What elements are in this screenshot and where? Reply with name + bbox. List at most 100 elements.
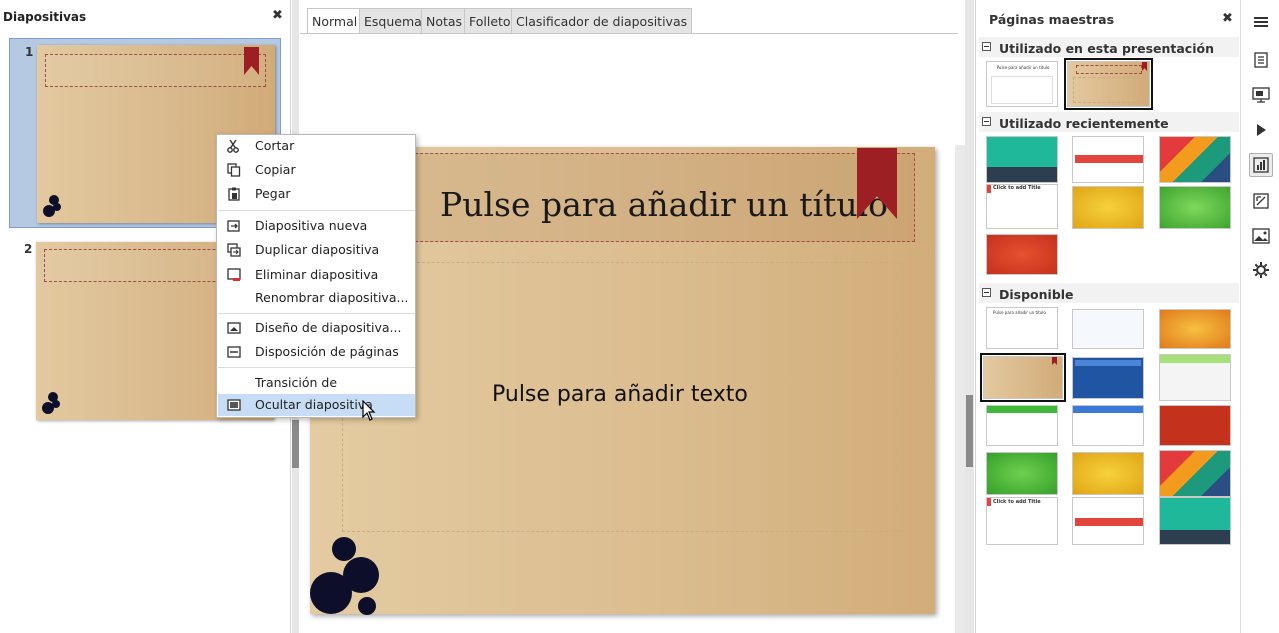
- thumb-title: Click to add Title: [993, 185, 1041, 191]
- slide-title-placeholder[interactable]: Pulse para añadir un título: [440, 185, 888, 224]
- thumb-title: Pulse para añadir un título: [993, 310, 1046, 315]
- menu-item-disposicion-paginas[interactable]: Disposición de páginas: [218, 341, 415, 363]
- slide-number: 2: [24, 242, 33, 256]
- master-thumb-default-available[interactable]: Pulse para añadir un título: [986, 307, 1058, 349]
- sidebar-transition-button[interactable]: [1249, 83, 1273, 107]
- master-thumb-green-2[interactable]: [986, 452, 1058, 495]
- close-master-pages-icon[interactable]: ✖: [1222, 11, 1233, 26]
- delete-slide-icon: [227, 268, 241, 281]
- menu-item-diseno-diapositiva[interactable]: Diseño de diapositiva...: [218, 317, 415, 339]
- ink-blot: [332, 537, 356, 561]
- menu-item-eliminar-diapositiva[interactable]: Eliminar diapositiva: [218, 264, 415, 286]
- master-thumb-dark-blue[interactable]: [1072, 357, 1144, 399]
- navigator-icon: [1253, 262, 1269, 278]
- tab-notas[interactable]: Notas: [421, 8, 468, 33]
- thumb-band: [1160, 355, 1230, 363]
- collapse-icon[interactable]: [982, 42, 991, 51]
- master-thumb-yellow-2[interactable]: [1072, 452, 1144, 495]
- sidebar: [1240, 0, 1279, 633]
- master-thumb-geometric[interactable]: [1159, 136, 1231, 183]
- menu-separator: [218, 367, 415, 368]
- animation-icon: [1257, 124, 1266, 136]
- sidebar-navigator-button[interactable]: [1249, 258, 1273, 282]
- thumb-band: [987, 406, 1057, 413]
- tab-clasificador[interactable]: Clasificador de diapositivas: [511, 8, 693, 33]
- sidebar-menu-button[interactable]: [1249, 10, 1273, 34]
- master-thumb-dark-red[interactable]: [1159, 405, 1231, 446]
- collapse-icon[interactable]: [982, 288, 991, 297]
- slide-number: 1: [25, 45, 34, 59]
- menu-item-duplicar-diapositiva[interactable]: Duplicar diapositiva: [218, 239, 415, 261]
- master-thumb-parchment[interactable]: [1064, 58, 1153, 110]
- master-thumb-click-title-2[interactable]: Click to add Title: [986, 497, 1058, 545]
- thumb-title: Pulse para añadir un título: [996, 65, 1050, 70]
- master-thumb-blue-bar[interactable]: [1072, 405, 1144, 446]
- context-menu: Cortar Copiar Pegar Diapositiva nueva Du…: [216, 134, 416, 418]
- sidebar-master-slides-button[interactable]: [1249, 153, 1273, 177]
- master-thumb-click-title[interactable]: Click to add Title: [986, 184, 1058, 229]
- menu-item-renombrar-diapositiva[interactable]: Renombrar diapositiva...: [218, 287, 415, 309]
- section-available-header[interactable]: Disponible: [979, 283, 1239, 303]
- menu-item-cortar[interactable]: Cortar: [218, 135, 415, 157]
- menu-label: Pegar: [255, 186, 291, 201]
- thumb-accent: [987, 185, 991, 193]
- master-thumb-red[interactable]: [986, 234, 1058, 275]
- collapse-left-handle[interactable]: [292, 420, 299, 468]
- menu-separator: [218, 313, 415, 314]
- sidebar-properties-button[interactable]: [1249, 48, 1273, 72]
- slide-body-placeholder[interactable]: Pulse para añadir texto: [492, 382, 748, 407]
- master-thumb-yellow[interactable]: [1072, 186, 1144, 229]
- tab-esquema[interactable]: Esquema: [359, 8, 427, 33]
- master-thumb-teal[interactable]: [986, 136, 1058, 183]
- master-thumb-orange[interactable]: [1159, 309, 1231, 349]
- sidebar-gallery-button[interactable]: [1249, 224, 1273, 248]
- page-layout-icon: [227, 346, 241, 358]
- sidebar-styles-button[interactable]: [1249, 189, 1273, 213]
- master-thumb-default[interactable]: Pulse para añadir un título: [986, 61, 1058, 107]
- thumb-body: [991, 76, 1053, 104]
- ink-blot: [358, 597, 376, 615]
- vertical-scrollbar[interactable]: [955, 145, 965, 633]
- thumb-band: [1075, 360, 1141, 366]
- styles-icon: [1253, 193, 1269, 209]
- mouse-cursor-icon: [362, 400, 376, 421]
- scissors-icon: [227, 139, 239, 153]
- tab-normal[interactable]: Normal: [307, 8, 363, 34]
- sidebar-animation-button[interactable]: [1249, 118, 1273, 142]
- section-recent-header[interactable]: Utilizado recientemente: [979, 112, 1239, 132]
- menu-item-copiar[interactable]: Copiar: [218, 159, 415, 181]
- section-used-header[interactable]: Utilizado en esta presentación: [979, 37, 1239, 57]
- master-thumb-grey-green[interactable]: [1159, 354, 1231, 401]
- slides-pane-title: Diapositivas: [3, 10, 87, 24]
- master-thumb-red-bar[interactable]: [1072, 136, 1144, 183]
- close-slides-pane-icon[interactable]: ✖: [272, 8, 283, 23]
- thumb-title: Click to add Title: [993, 499, 1041, 505]
- thumb-body-frame: [1073, 77, 1145, 103]
- ribbon-decoration: [1052, 357, 1057, 365]
- thumb-band: [1075, 518, 1143, 526]
- menu-item-diapositiva-nueva[interactable]: Diapositiva nueva: [218, 215, 415, 237]
- menu-label: Duplicar diapositiva: [255, 242, 380, 257]
- menu-item-transicion-diapositivas[interactable]: Transición de diapositivas: [218, 372, 415, 412]
- menu-item-pegar[interactable]: Pegar: [218, 183, 415, 205]
- gallery-icon: [1252, 228, 1270, 244]
- thumb-accent: [987, 498, 991, 506]
- master-thumb-parchment-available[interactable]: [980, 353, 1066, 402]
- menu-icon: [1254, 17, 1268, 27]
- collapse-icon[interactable]: [982, 117, 991, 126]
- right-splitter[interactable]: [965, 0, 974, 633]
- master-thumb-red-bar-2[interactable]: [1072, 497, 1144, 545]
- collapse-right-handle[interactable]: [966, 395, 973, 467]
- master-thumb-green-bar[interactable]: [986, 405, 1058, 446]
- master-thumb-blue-pattern[interactable]: [1072, 309, 1144, 349]
- master-pages-title: Páginas maestras: [989, 12, 1115, 27]
- ink-blot: [53, 203, 61, 211]
- master-thumb-teal-2[interactable]: [1159, 497, 1231, 545]
- tab-folleto[interactable]: Folleto: [464, 8, 516, 33]
- thumb-band: [1160, 498, 1230, 530]
- menu-label: Eliminar diapositiva: [255, 267, 379, 282]
- menu-label: Renombrar diapositiva...: [255, 290, 409, 305]
- master-thumb-green[interactable]: [1159, 186, 1231, 229]
- menu-item-ocultar-diapositiva[interactable]: Ocultar diapositiva: [218, 394, 415, 416]
- master-thumb-geometric-2[interactable]: [1159, 450, 1231, 497]
